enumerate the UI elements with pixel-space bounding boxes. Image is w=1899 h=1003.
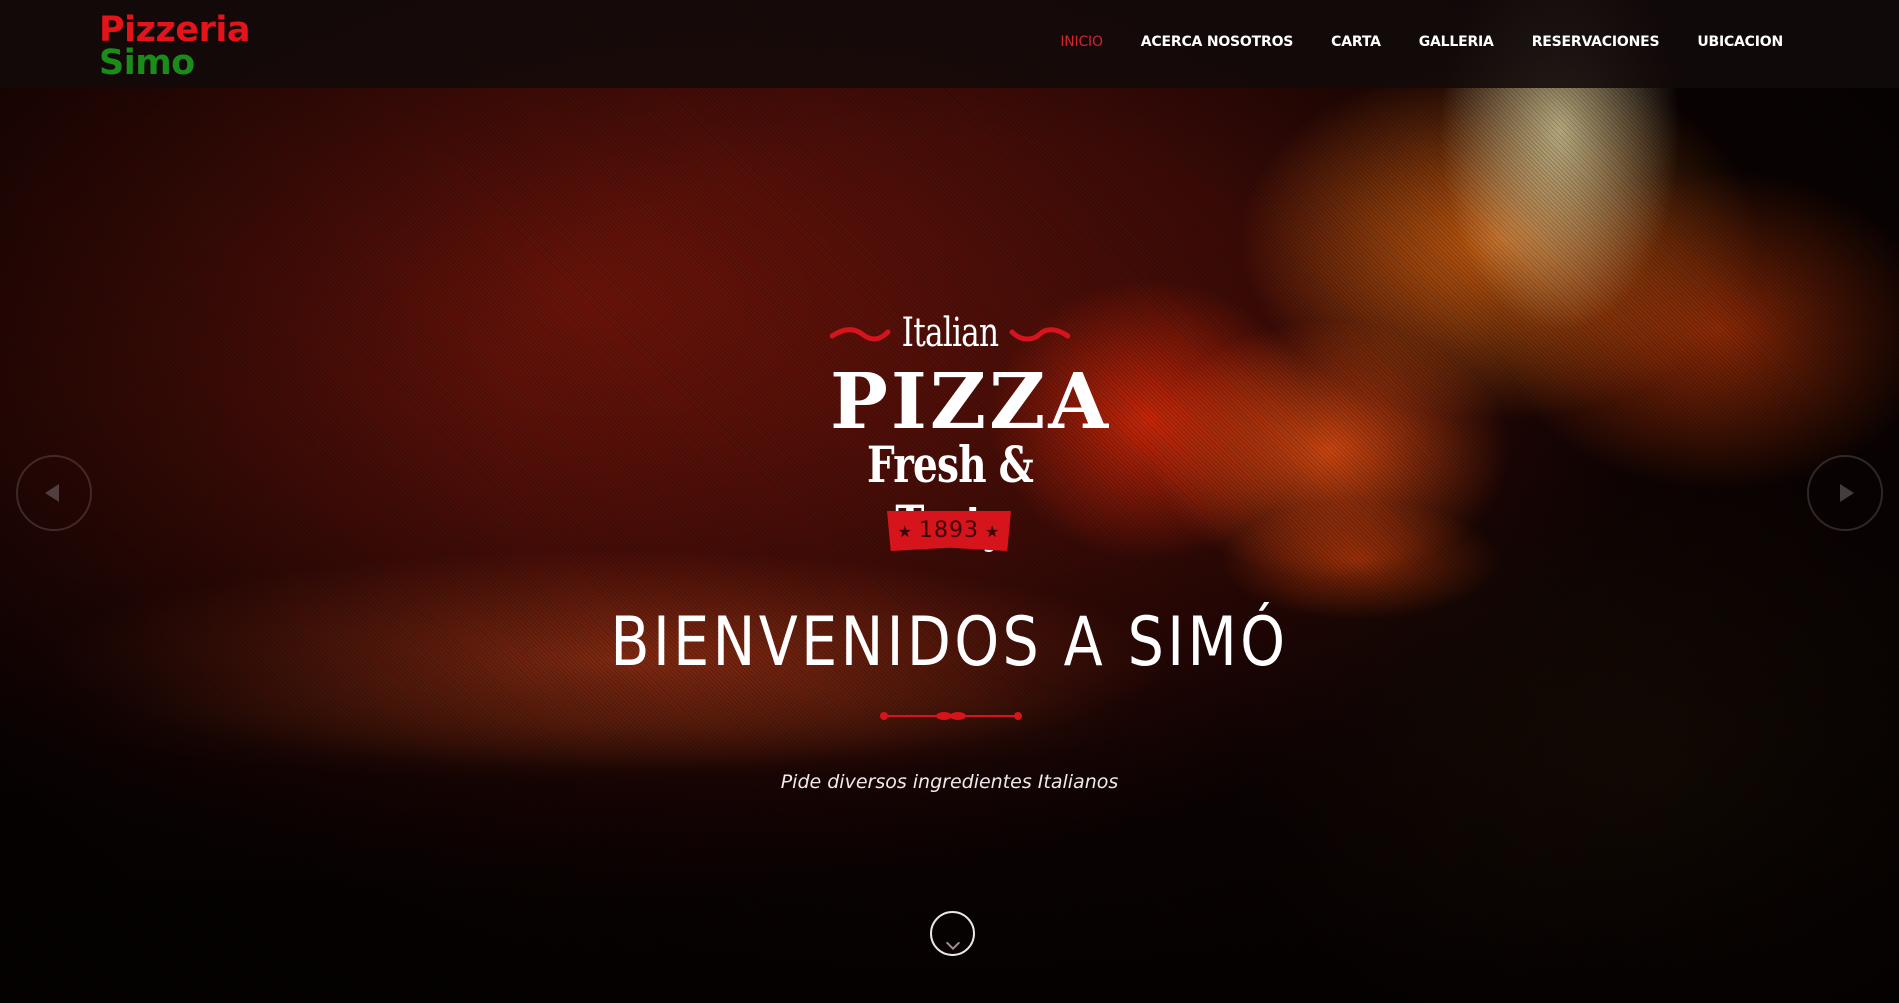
nav-item-inicio[interactable]: INICIO bbox=[1060, 34, 1103, 50]
top-navbar: Pizzeria Simo INICIO ACERCA NOSOTROS CAR… bbox=[0, 0, 1899, 88]
slider-prev-button[interactable] bbox=[16, 455, 92, 531]
badge-pizza-text: PIZZA bbox=[830, 357, 1112, 447]
brand-line-2: Simo bbox=[99, 43, 195, 83]
nav-item-galleria[interactable]: GALLERIA bbox=[1419, 34, 1494, 50]
nav-item-reservaciones[interactable]: RESERVACIONES bbox=[1532, 34, 1660, 50]
nav-item-ubicacion[interactable]: UBICACION bbox=[1697, 34, 1783, 50]
pizza-badge-logo: Italian PIZZA Fresh & Tasty ★1893★ bbox=[830, 305, 1112, 553]
slider-next-button[interactable] bbox=[1807, 455, 1883, 531]
badge-year-text: 1893 bbox=[919, 518, 979, 543]
ornament-divider bbox=[880, 712, 1022, 720]
nav-item-carta[interactable]: CARTA bbox=[1331, 34, 1381, 50]
chevron-left-icon bbox=[45, 484, 59, 502]
hero-subtitle: Pide diversos ingredientes Italianos bbox=[780, 771, 1119, 793]
badge-year-ribbon: ★ 1893 ★ bbox=[887, 511, 1011, 551]
brand-logo[interactable]: Pizzeria Simo bbox=[99, 13, 251, 83]
chevron-down-icon bbox=[945, 935, 960, 951]
chevron-right-icon bbox=[1840, 484, 1854, 502]
main-nav: INICIO ACERCA NOSOTROS CARTA GALLERIA RE… bbox=[1022, 34, 1783, 50]
nav-item-acerca-nosotros[interactable]: ACERCA NOSOTROS bbox=[1141, 34, 1294, 50]
hero-heading: BIENVENIDOS A SIMÓ bbox=[610, 603, 1289, 682]
badge-italian-text: Italian bbox=[901, 310, 999, 356]
badge-italian-row: Italian bbox=[830, 310, 1070, 360]
scroll-down-button[interactable] bbox=[930, 911, 975, 956]
star-icon: ★ bbox=[985, 522, 1001, 541]
star-icon: ★ bbox=[897, 522, 913, 541]
